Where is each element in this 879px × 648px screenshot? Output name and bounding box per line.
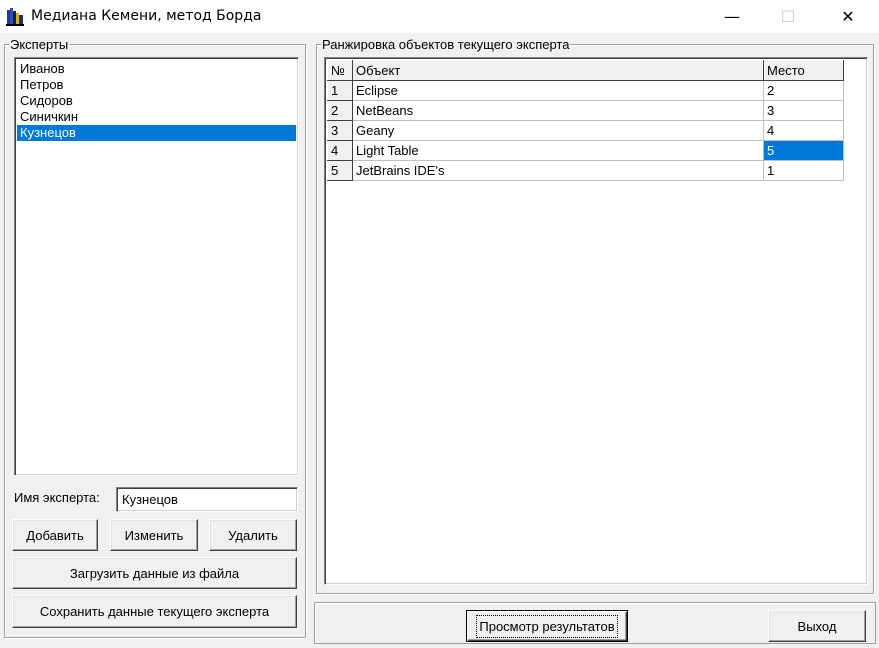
object-cell[interactable]: Light Table — [352, 140, 764, 161]
view-results-label: Просмотр результатов — [476, 614, 618, 638]
view-results-button[interactable]: Просмотр результатов — [466, 610, 628, 642]
app-books-icon — [6, 8, 24, 26]
object-cell[interactable]: Eclipse — [352, 80, 764, 101]
maximize-button[interactable]: ☐ — [765, 0, 811, 33]
load-from-file-button[interactable]: Загрузить данные из файла — [12, 557, 297, 589]
place-cell[interactable]: 5 — [763, 140, 844, 161]
window-title: Медиана Кемени, метод Борда — [31, 8, 262, 24]
close-button[interactable]: ✕ — [825, 0, 871, 33]
title-bar[interactable]: Медиана Кемени, метод Борда — ☐ ✕ — [0, 0, 879, 33]
delete-button[interactable]: Удалить — [209, 519, 297, 551]
row-number-cell[interactable]: 5 — [327, 160, 353, 181]
table-row[interactable]: 5 JetBrains IDE's 1 — [327, 160, 844, 181]
table-row[interactable]: 3 Geany 4 — [327, 120, 844, 141]
list-item[interactable]: Петров — [17, 77, 296, 93]
object-cell[interactable]: Geany — [352, 120, 764, 141]
object-cell[interactable]: JetBrains IDE's — [352, 160, 764, 181]
exit-button[interactable]: Выход — [768, 610, 866, 642]
column-header-object[interactable]: Объект — [352, 60, 764, 81]
ranking-grid[interactable]: № Объект Место 1 Eclipse 2 2 NetBeans 3 3 Geany… — [324, 57, 868, 585]
save-expert-button[interactable]: Сохранить данные текущего эксперта — [12, 595, 297, 628]
list-item[interactable]: Иванов — [17, 61, 296, 77]
column-header-number[interactable]: № — [327, 60, 353, 81]
object-cell[interactable]: NetBeans — [352, 100, 764, 121]
place-cell[interactable]: 1 — [763, 160, 844, 181]
list-item[interactable]: Кузнецов — [17, 125, 296, 141]
row-number-cell[interactable]: 3 — [327, 120, 353, 141]
expert-name-label: Имя эксперта: — [14, 490, 100, 505]
minimize-button[interactable]: — — [709, 0, 755, 33]
row-number-cell[interactable]: 4 — [327, 140, 353, 161]
list-item[interactable]: Синичкин — [17, 109, 296, 125]
ranking-group-title: Ранжировка объектов текущего эксперта — [321, 37, 571, 52]
column-header-place[interactable]: Место — [763, 60, 844, 81]
table-row[interactable]: 4 Light Table 5 — [327, 140, 844, 161]
experts-list[interactable]: Иванов Петров Сидоров Синичкин Кузнецов — [14, 57, 299, 476]
ranking-table[interactable]: № Объект Место 1 Eclipse 2 2 NetBeans 3 3 Geany… — [327, 60, 844, 181]
experts-group-title: Эксперты — [9, 37, 70, 52]
edit-button[interactable]: Изменить — [110, 519, 198, 551]
row-number-cell[interactable]: 2 — [327, 100, 353, 121]
table-row[interactable]: 1 Eclipse 2 — [327, 80, 844, 101]
add-button[interactable]: Добавить — [12, 519, 98, 551]
row-number-cell[interactable]: 1 — [327, 80, 353, 101]
place-cell[interactable]: 2 — [763, 80, 844, 101]
list-item[interactable]: Сидоров — [17, 93, 296, 109]
place-cell[interactable]: 3 — [763, 100, 844, 121]
expert-name-input[interactable] — [116, 487, 298, 512]
place-cell[interactable]: 4 — [763, 120, 844, 141]
table-row[interactable]: 2 NetBeans 3 — [327, 100, 844, 121]
grid-header-row: № Объект Место — [327, 60, 844, 81]
